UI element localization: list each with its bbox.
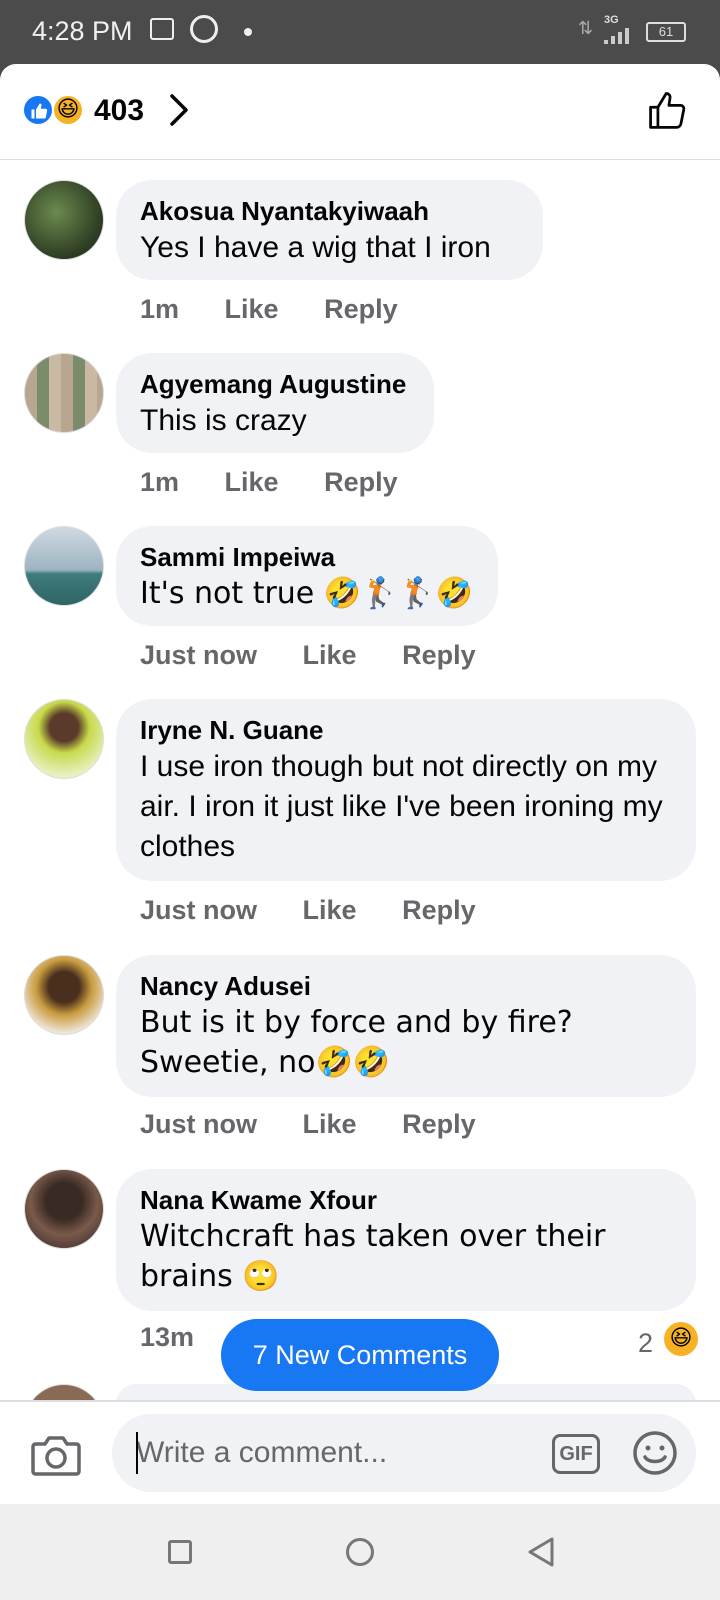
- comment-bubble[interactable]: Agyemang Augustine This is crazy: [116, 353, 434, 453]
- data-arrows-icon: ⇅: [578, 18, 594, 38]
- reply-link[interactable]: Reply: [324, 467, 398, 497]
- comment-text: It's not true 🤣🏌️🏌️🤣: [140, 576, 474, 611]
- reactions-header[interactable]: 😆 403: [0, 64, 720, 160]
- comment-text: But is it by force and by fire? Sweetie,…: [140, 1005, 573, 1080]
- home-icon[interactable]: [346, 1538, 374, 1566]
- status-time: 4:28 PM: [32, 16, 133, 46]
- comment-text: Witchcraft has taken over their brains 🙄: [140, 1219, 606, 1294]
- comment-author[interactable]: Iryne N. Guane: [140, 713, 672, 747]
- comment-author[interactable]: Sammi Impeiwa: [140, 540, 474, 574]
- chevron-right-icon[interactable]: [168, 92, 190, 128]
- reply-link[interactable]: Reply: [324, 294, 398, 324]
- comment-time: Just now: [140, 895, 258, 925]
- comment-composer: GIF: [0, 1400, 720, 1504]
- comment-actions: Just now Like Reply: [140, 895, 514, 926]
- new-comments-button[interactable]: 7 New Comments: [221, 1319, 499, 1391]
- like-link[interactable]: Like: [303, 895, 357, 925]
- comment-time: Just now: [140, 1109, 258, 1139]
- comment-actions: Just now Like Reply: [140, 1109, 514, 1140]
- like-link[interactable]: Like: [303, 1109, 357, 1139]
- comment-bubble[interactable]: Nana Kwame Xfour Witchcraft has taken ov…: [116, 1169, 696, 1311]
- battery-icon: 61: [646, 22, 686, 42]
- comment-actions: 13m: [140, 1322, 232, 1353]
- system-nav-bar: [0, 1504, 720, 1600]
- gif-icon[interactable]: GIF: [552, 1434, 600, 1474]
- comment-time: Just now: [140, 640, 258, 670]
- reply-link[interactable]: Reply: [402, 1109, 476, 1139]
- haha-reaction-icon[interactable]: 😆: [664, 1322, 698, 1356]
- comment-actions: 1m Like Reply: [140, 467, 436, 498]
- avatar[interactable]: [24, 526, 104, 606]
- avatar[interactable]: [24, 353, 104, 433]
- comment-text: Yes I have a wig that I iron: [140, 231, 491, 264]
- gallery-icon: [150, 18, 174, 40]
- comment-time: 1m: [140, 294, 180, 324]
- avatar[interactable]: [24, 955, 104, 1035]
- like-link[interactable]: Like: [225, 467, 279, 497]
- comment-bubble[interactable]: Sammi Impeiwa It's not true 🤣🏌️🏌️🤣: [116, 526, 498, 626]
- comment-input[interactable]: [112, 1414, 696, 1492]
- comment-reaction-count[interactable]: 2: [638, 1328, 653, 1359]
- comments-sheet: 😆 403 Akosua Nyantakyiwaah Yes I have a …: [0, 64, 720, 1504]
- reply-link[interactable]: Reply: [402, 895, 476, 925]
- like-reaction-icon: [22, 94, 54, 126]
- comment-text: This is crazy: [140, 404, 307, 437]
- haha-reaction-icon: 😆: [52, 94, 84, 126]
- comment-actions: 1m Like Reply: [140, 294, 436, 325]
- back-icon[interactable]: [526, 1536, 556, 1568]
- whatsapp-icon: [190, 15, 218, 43]
- comment-author[interactable]: Agyemang Augustine: [140, 367, 410, 401]
- signal-icon: [604, 26, 634, 44]
- network-type: 3G: [604, 14, 619, 26]
- camera-icon[interactable]: [30, 1432, 82, 1478]
- notification-dot-icon: [244, 28, 252, 36]
- comment-time: 1m: [140, 467, 180, 497]
- comment-bubble[interactable]: Nancy Adusei But is it by force and by f…: [116, 955, 696, 1097]
- emoji-smile-icon[interactable]: [632, 1430, 678, 1476]
- comment-bubble[interactable]: Akosua Nyantakyiwaah Yes I have a wig th…: [116, 180, 543, 280]
- status-bar: 4:28 PM ⇅ 3G 61: [0, 0, 720, 64]
- comment-author[interactable]: Nana Kwame Xfour: [140, 1183, 672, 1217]
- comment-time: 13m: [140, 1322, 195, 1352]
- comment-text: I use iron though but not directly on my…: [140, 750, 663, 863]
- comment-author[interactable]: Akosua Nyantakyiwaah: [140, 194, 519, 228]
- avatar[interactable]: [24, 699, 104, 779]
- like-link[interactable]: Like: [225, 294, 279, 324]
- comment-author[interactable]: Nancy Adusei: [140, 969, 672, 1003]
- reaction-count[interactable]: 403: [94, 94, 144, 128]
- text-cursor: [136, 1432, 138, 1474]
- avatar[interactable]: [24, 1169, 104, 1249]
- avatar[interactable]: [24, 180, 104, 260]
- comment-bubble[interactable]: Iryne N. Guane I use iron though but not…: [116, 699, 696, 881]
- like-outline-icon[interactable]: [646, 88, 690, 132]
- like-link[interactable]: Like: [303, 640, 357, 670]
- recents-icon[interactable]: [168, 1540, 192, 1564]
- comment-actions: Just now Like Reply: [140, 640, 514, 671]
- reply-link[interactable]: Reply: [402, 640, 476, 670]
